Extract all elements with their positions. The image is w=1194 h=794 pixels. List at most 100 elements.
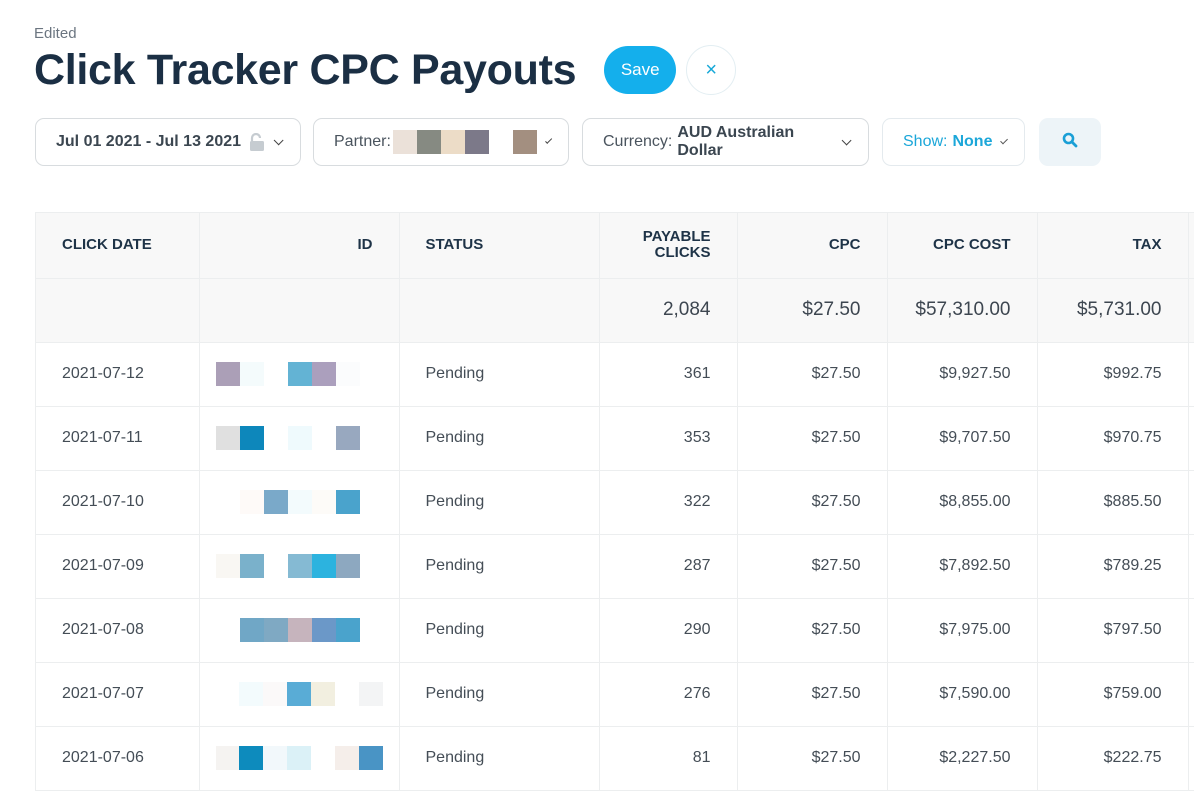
- cell-cpc: $27.50: [737, 534, 888, 599]
- close-button[interactable]: ×: [686, 45, 737, 95]
- column-header-cpc-cost[interactable]: CPC Cost: [887, 213, 1038, 279]
- redaction-block: [287, 682, 311, 706]
- cell-click-date: 2021-07-12: [36, 342, 200, 407]
- cell-payable-clicks: 361: [599, 342, 738, 407]
- partner-value-redacted: [392, 130, 537, 154]
- cell-payable-clicks: 322: [599, 470, 738, 535]
- redacted-id-pixels: [215, 490, 383, 514]
- table-row[interactable]: 2021-07-12 Pending 361 $27.50 $9,927.50 $992.…: [36, 342, 1194, 407]
- redaction-block: [311, 426, 336, 450]
- cell-cpc-cost: $7,975.00: [887, 598, 1038, 663]
- redaction-block: [263, 746, 288, 770]
- cell-click-date: 2021-07-09: [36, 534, 200, 599]
- redaction-block: [263, 554, 288, 578]
- redaction-block: [358, 682, 383, 706]
- cell-cpc: $27.50: [737, 598, 888, 663]
- redaction-block: [335, 362, 360, 386]
- redaction-block: [239, 554, 264, 578]
- cell-status: Pending: [399, 662, 600, 727]
- cell-overflow: [1188, 406, 1194, 471]
- column-header-click-date[interactable]: Click Date: [36, 213, 200, 279]
- cell-status: Pending: [399, 534, 600, 599]
- date-range-picker[interactable]: Jul 01 2021 - Jul 13 2021: [35, 118, 301, 166]
- cell-overflow: [1188, 662, 1194, 727]
- column-header-tax[interactable]: Tax: [1037, 213, 1189, 279]
- cell-cpc: $27.50: [737, 470, 888, 535]
- redacted-id-pixels: [215, 554, 383, 578]
- table-row[interactable]: 2021-07-06 Pending 81 $27.50 $2,227.50 $222.7…: [36, 726, 1194, 791]
- currency-value: AUD Australian Dollar: [677, 124, 795, 159]
- column-header-id[interactable]: ID: [199, 213, 400, 279]
- table-row[interactable]: 2021-07-09 Pending 287 $27.50 $7,892.50 $789.…: [36, 534, 1194, 599]
- cell-click-date: 2021-07-10: [36, 470, 200, 535]
- partner-select[interactable]: Partner:: [313, 118, 569, 166]
- redaction-block: [239, 746, 264, 770]
- redaction-block: [215, 682, 240, 706]
- show-select[interactable]: Show: None: [882, 118, 1025, 166]
- table-row[interactable]: 2021-07-08 Pending 290 $27.50 $7,975.00 $797.…: [36, 598, 1194, 663]
- cell-overflow: [1188, 470, 1194, 535]
- cell-id-redacted: [199, 726, 400, 791]
- save-button[interactable]: Save: [604, 46, 677, 94]
- cell-payable-clicks: 276: [599, 662, 738, 727]
- redaction-block: [239, 426, 264, 450]
- redaction-block: [335, 426, 360, 450]
- total-tax: $5,731.00: [1037, 278, 1189, 343]
- redaction-block: [311, 554, 336, 578]
- totals-empty: [199, 278, 400, 343]
- redaction-block: [287, 362, 312, 386]
- unlocked-padlock-icon[interactable]: [249, 132, 265, 151]
- cell-cpc-cost: $8,855.00: [887, 470, 1038, 535]
- redaction-block: [310, 746, 335, 770]
- cell-payable-clicks: 290: [599, 598, 738, 663]
- redaction-block: [335, 490, 360, 514]
- column-header-payable-clicks[interactable]: Payable Clicks: [599, 213, 738, 279]
- redaction-block: [335, 618, 360, 642]
- column-header-cpc[interactable]: CPC: [737, 213, 888, 279]
- redaction-block: [263, 490, 288, 514]
- redaction-block: [334, 746, 359, 770]
- redacted-id-pixels: [215, 362, 383, 386]
- cell-cpc: $27.50: [737, 406, 888, 471]
- redaction-block: [215, 362, 240, 386]
- cell-cpc-cost: $9,927.50: [887, 342, 1038, 407]
- cell-status: Pending: [399, 406, 600, 471]
- cell-status: Pending: [399, 598, 600, 663]
- cell-tax: $222.75: [1037, 726, 1189, 791]
- cell-status: Pending: [399, 470, 600, 535]
- redaction-block: [215, 490, 240, 514]
- cell-tax: $885.50: [1037, 470, 1189, 535]
- redaction-block: [310, 682, 335, 706]
- chevron-down-icon: [841, 135, 852, 145]
- table-row[interactable]: 2021-07-11 Pending 353 $27.50 $9,707.50 $970.…: [36, 406, 1194, 471]
- cell-payable-clicks: 81: [599, 726, 738, 791]
- cell-cpc: $27.50: [737, 726, 888, 791]
- totals-row: 2,084 $27.50 $57,310.00 $5,731.00: [36, 278, 1194, 343]
- cell-tax: $992.75: [1037, 342, 1189, 407]
- table-row[interactable]: 2021-07-07 Pending 276 $27.50 $7,590.00 $759.…: [36, 662, 1194, 727]
- redaction-block: [239, 362, 264, 386]
- totals-empty: [36, 278, 200, 343]
- redaction-block: [215, 426, 240, 450]
- cell-status: Pending: [399, 342, 600, 407]
- cell-overflow: [1188, 598, 1194, 663]
- column-header-status[interactable]: Status: [399, 213, 600, 279]
- cell-status: Pending: [399, 726, 600, 791]
- redaction-block: [215, 618, 240, 642]
- cell-overflow: [1188, 342, 1194, 407]
- column-header-overflow: [1188, 213, 1194, 279]
- show-label: Show:: [903, 133, 948, 150]
- search-icon: [1062, 132, 1078, 153]
- cell-cpc-cost: $7,590.00: [887, 662, 1038, 727]
- search-button[interactable]: [1039, 118, 1101, 166]
- payouts-table: Click Date ID Status Payable Clicks CPC …: [35, 212, 1194, 791]
- currency-select[interactable]: Currency: AUD Australian Dollar: [582, 118, 869, 166]
- totals-empty: [399, 278, 600, 343]
- page-title: Click Tracker CPC Payouts: [34, 46, 577, 94]
- redacted-id-pixels: [215, 426, 383, 450]
- edit-status: Edited: [34, 25, 77, 42]
- table-row[interactable]: 2021-07-10 Pending 322 $27.50 $8,855.00 $885.…: [36, 470, 1194, 535]
- redacted-id-pixels: [215, 746, 383, 770]
- cell-tax: $970.75: [1037, 406, 1189, 471]
- redaction-block: [311, 618, 336, 642]
